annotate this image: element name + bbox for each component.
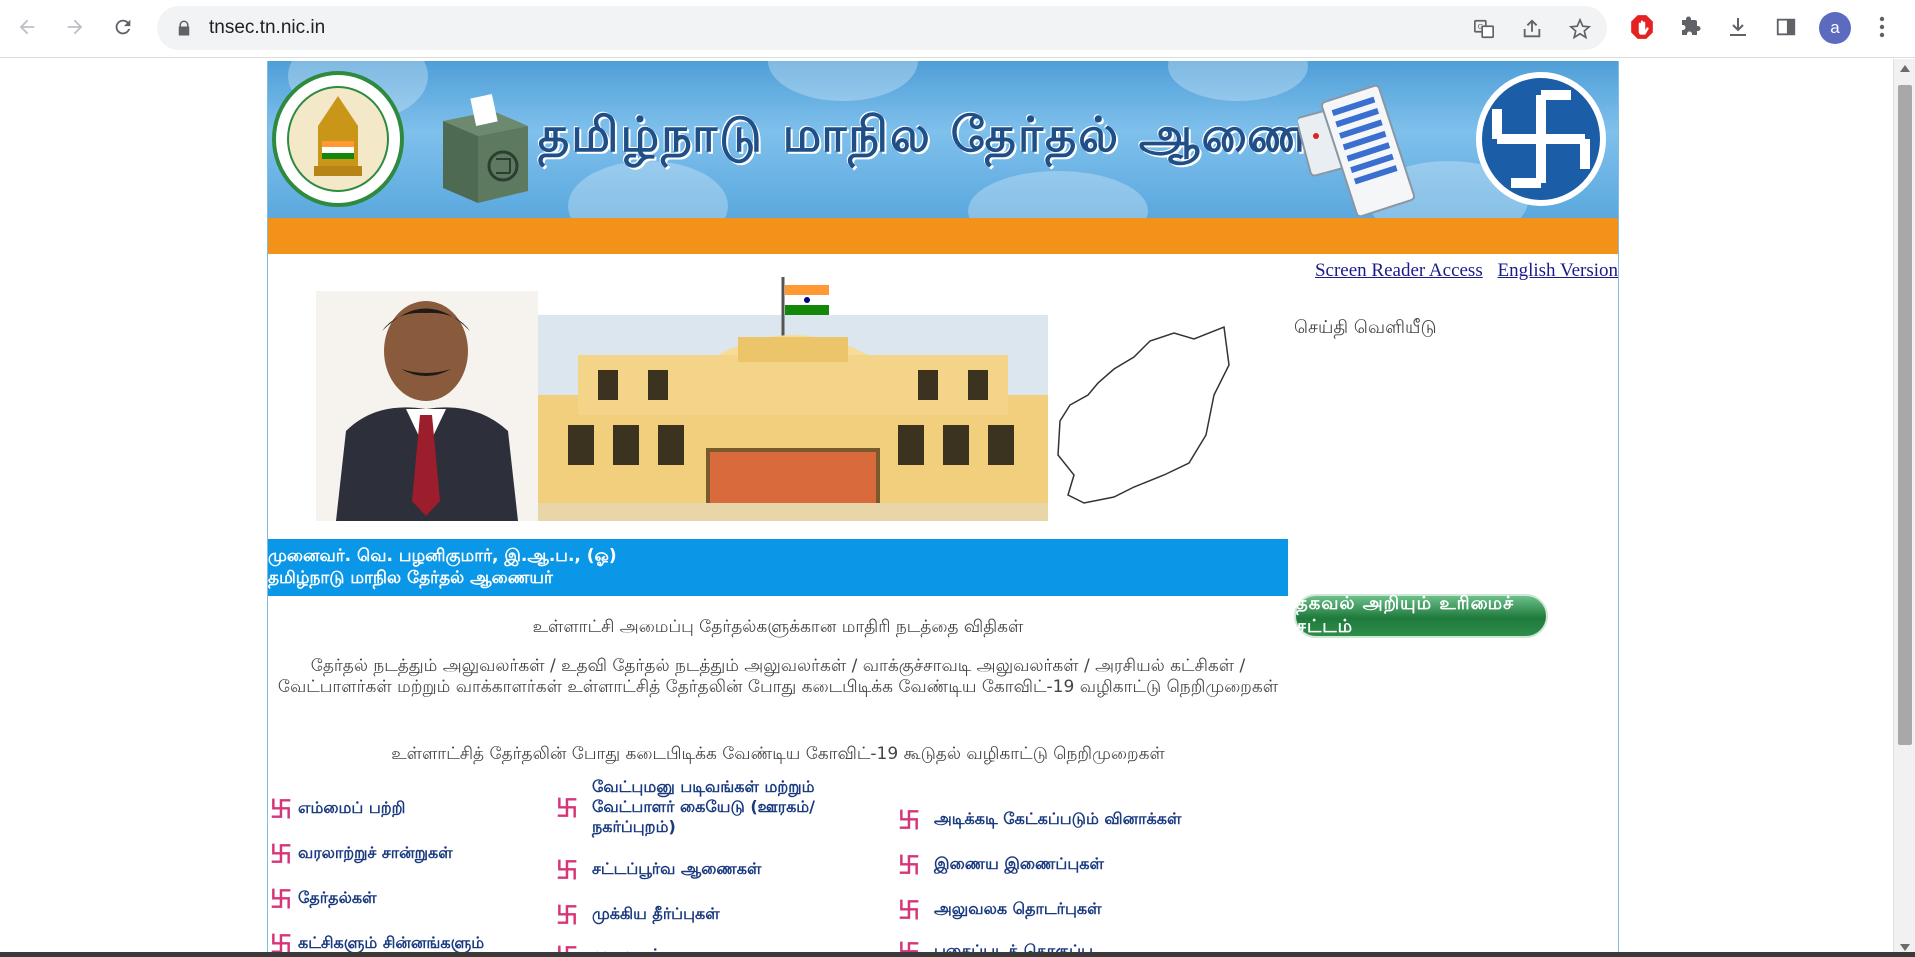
commissioner-designation: தமிழ்நாடு மாநில தேர்தல் ஆணையர் [268,568,553,588]
extensions-icon[interactable] [1676,13,1704,41]
scroll-down-icon[interactable] [1900,944,1910,951]
orange-nav-bar [268,218,1618,254]
reload-icon[interactable] [108,12,138,42]
url-text: tnsec.tn.nic.in [209,17,326,38]
faq-link[interactable]: 卐 அடிக்கடி கேட்கப்படும் வினாக்கள் [898,803,1181,835]
page-scrollbar[interactable] [1893,59,1915,957]
commissioner-strip: முனைவர். வெ. பழனிகுமார், இ.ஆ.ப., (ஓ) தமி… [268,539,1288,596]
commissioner-photo [316,291,538,521]
history-link[interactable]: 卐 வரலாற்றுச் சான்றுகள் [270,837,453,869]
top-links: Screen Reader Access English Version [1305,260,1618,282]
bullet-symbol-icon: 卐 [556,859,579,884]
bullet-symbol-icon: 卐 [270,798,293,823]
election-emblem-logo [1476,72,1606,206]
site-banner: தமிழ்நாடு மாநில தேர்தல் ஆணையம் [268,61,1618,218]
english-version-link[interactable]: English Version [1497,260,1618,281]
bullet-symbol-icon: 卐 [556,904,579,929]
bullet-symbol-icon: 卐 [270,888,293,913]
commissioner-name: முனைவர். வெ. பழனிகுமார், இ.ஆ.ப., (ஓ) [268,546,617,566]
nomination-forms-link[interactable]: 卐 வேட்புமனு படிவங்கள் மற்றும் வேட்பாளர் … [556,777,856,837]
covid-guidelines-link[interactable]: தேர்தல் நடத்தும் அலுவலர்கள் / உதவி தேர்த… [268,656,1288,698]
ballot-box-image [443,94,528,203]
side-panel-icon[interactable] [1772,13,1800,41]
news-release-heading[interactable]: செய்தி வெளியீடு [1294,317,1437,340]
scroll-up-icon[interactable] [1900,65,1910,72]
bullet-symbol-icon: 卐 [898,899,921,924]
translate-icon[interactable]: G [1473,18,1495,40]
profile-avatar[interactable]: a [1819,12,1851,44]
address-bar[interactable]: tnsec.tn.nic.in G [157,6,1607,50]
bullet-symbol-icon: 卐 [898,809,921,834]
bullet-symbol-icon: 卐 [270,843,293,868]
bookmark-star-icon[interactable] [1569,18,1591,40]
bullet-symbol-icon: 卐 [898,854,921,879]
elections-link[interactable]: 卐 தேர்தல்கள் [270,882,377,914]
covid-additional-link[interactable]: உள்ளாட்சித் தேர்தலின் போது கடைபிடிக்க வே… [268,744,1288,765]
page-viewport: தமிழ்நாடு மாநில தேர்தல் ஆணையம் Screen Re… [0,59,1893,957]
statutory-orders-link[interactable]: 卐 சட்டப்பூர்வ ஆணைகள் [556,853,761,885]
taskbar-edge [0,952,1915,957]
menu-kebab-icon[interactable] [1868,13,1896,41]
site-title: தமிழ்நாடு மாநில தேர்தல் ஆணையம் [538,107,1394,163]
office-contacts-link[interactable]: 卐 அலுவலக தொடர்புகள் [898,893,1102,925]
tn-emblem-logo [272,71,404,207]
adblock-icon[interactable] [1628,13,1656,41]
screen-reader-link[interactable]: Screen Reader Access [1315,260,1483,281]
bullet-symbol-icon: 卐 [556,797,579,822]
browser-toolbar: tnsec.tn.nic.in G a [0,0,1915,58]
commission-building-photo [538,277,1048,521]
forward-icon[interactable] [60,12,90,42]
site-container: தமிழ்நாடு மாநில தேர்தல் ஆணையம் Screen Re… [267,61,1619,957]
judgements-link[interactable]: 卐 முக்கிய தீர்ப்புகள் [556,898,720,930]
svg-text:G: G [1478,22,1484,31]
back-icon[interactable] [12,12,42,42]
about-us-link[interactable]: 卐 எம்மைப் பற்றி [270,792,405,824]
model-code-link[interactable]: உள்ளாட்சி அமைப்பு தேர்தல்களுக்கான மாதிரி… [268,617,1288,638]
download-icon[interactable] [1724,13,1752,41]
evm-machine-image [1298,84,1416,216]
share-icon[interactable] [1521,18,1543,40]
hero-photos [316,275,1230,521]
rti-act-button[interactable]: தகவல் அறியும் உரிமைச் சட்டம் [1294,593,1548,638]
scrollbar-thumb[interactable] [1898,85,1912,745]
tamil-nadu-map-outline [1057,325,1230,504]
web-links-link[interactable]: 卐 இணைய இணைப்புகள் [898,848,1104,880]
lock-icon [178,20,190,36]
